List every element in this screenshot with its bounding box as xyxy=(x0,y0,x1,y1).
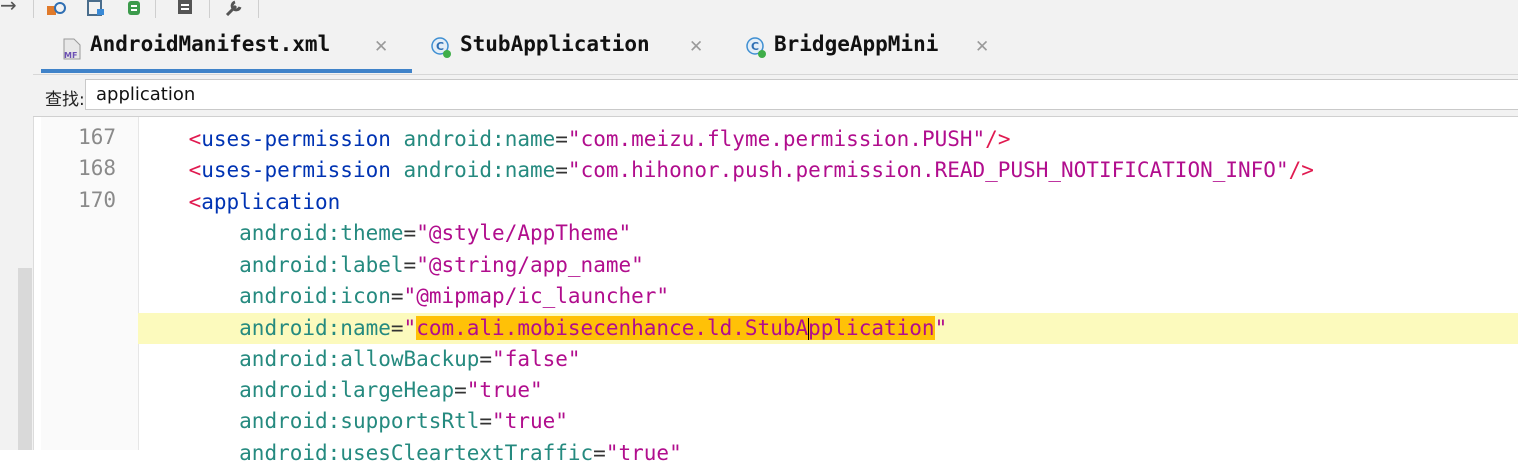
toolbar-separator xyxy=(209,0,210,18)
gradle-sync-icon[interactable] xyxy=(123,0,145,18)
svg-text:MF: MF xyxy=(64,51,77,60)
code-line[interactable]: <uses-permission android:name="com.meizu… xyxy=(138,124,1518,155)
toolbar-separator xyxy=(258,0,259,18)
code-line[interactable]: android:supportsRtl="true" xyxy=(138,406,1518,437)
tab-bridge-app-mini[interactable]: C BridgeAppMini ✕ xyxy=(735,20,1015,74)
arrow-right-icon[interactable]: → xyxy=(0,0,17,17)
line-number: 167 xyxy=(78,125,116,149)
left-panel-scrollbar[interactable] xyxy=(18,268,32,450)
code-editor[interactable]: 167 168 170 <uses-permission android:nam… xyxy=(41,117,1518,465)
find-input[interactable] xyxy=(85,79,1518,110)
layout-inspector-icon[interactable] xyxy=(85,0,107,18)
find-bar: 查找: xyxy=(33,75,1518,117)
find-label: 查找: xyxy=(45,90,85,110)
search-match: com.ali.mobisecenhance.ld.StubApplicatio… xyxy=(416,316,935,340)
left-panel-strip: → xyxy=(0,0,34,450)
toolbar xyxy=(33,0,1518,20)
close-icon[interactable]: ✕ xyxy=(374,37,388,57)
build-wrench-icon[interactable] xyxy=(223,0,245,18)
class-icon: C xyxy=(746,37,768,63)
toolbar-separator xyxy=(33,0,34,18)
close-icon[interactable]: ✕ xyxy=(689,37,703,57)
line-number: 170 xyxy=(78,188,116,212)
clipped-code-line xyxy=(138,117,1138,121)
code-line[interactable]: android:theme="@style/AppTheme" xyxy=(138,218,1518,249)
editor-tab-bar: MF AndroidManifest.xml ✕ C StubApplicati… xyxy=(33,20,1518,75)
toolbar-separator xyxy=(155,0,156,18)
code-line[interactable]: android:largeHeap="true" xyxy=(138,375,1518,406)
code-line[interactable]: android:allowBackup="false" xyxy=(138,344,1518,375)
code-line[interactable]: <uses-permission android:name="com.hihon… xyxy=(138,155,1518,186)
tab-label: StubApplication xyxy=(460,32,650,56)
manifest-file-icon: MF xyxy=(61,38,83,64)
line-number: 168 xyxy=(78,156,116,180)
code-line[interactable]: android:icon="@mipmap/ic_launcher" xyxy=(138,281,1518,312)
code-line[interactable]: android:usesCleartextTraffic="true" xyxy=(138,438,1518,469)
debug-attach-icon[interactable] xyxy=(45,0,67,18)
code-line[interactable]: android:label="@string/app_name" xyxy=(138,250,1518,281)
close-icon[interactable]: ✕ xyxy=(975,37,989,57)
current-code-line[interactable]: android:name="com.ali.mobisecenhance.ld.… xyxy=(138,313,1518,344)
line-number-gutter: 167 168 170 xyxy=(41,117,139,450)
svg-text:C: C xyxy=(436,40,444,53)
svg-text:C: C xyxy=(751,40,759,53)
document-icon[interactable] xyxy=(174,0,196,18)
active-tab-indicator xyxy=(41,69,412,73)
tab-stub-application[interactable]: C StubApplication ✕ xyxy=(421,20,721,74)
class-icon: C xyxy=(431,37,453,63)
tab-label: AndroidManifest.xml xyxy=(90,32,331,56)
tab-android-manifest[interactable]: MF AndroidManifest.xml ✕ xyxy=(41,20,412,74)
tab-label: BridgeAppMini xyxy=(774,32,939,56)
code-line[interactable]: <application xyxy=(138,187,1518,218)
